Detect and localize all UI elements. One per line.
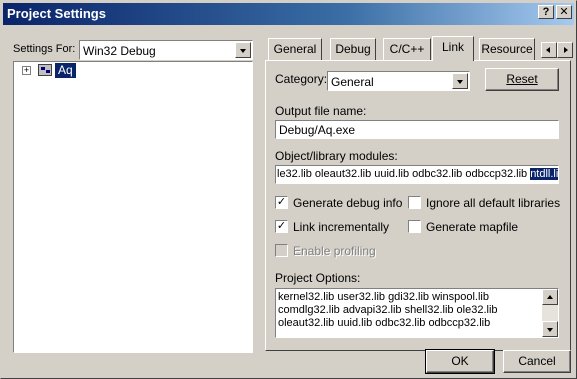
tree-item-project[interactable]: Aq [55,63,76,78]
help-icon: ? [542,6,550,18]
arrow-up-icon [547,295,553,299]
scroll-down-button[interactable] [542,321,558,337]
modules-label: Object/library modules: [275,149,398,163]
scroll-up-button[interactable] [542,289,558,305]
enable-profiling-checkbox[interactable] [275,244,288,257]
settings-for-combo[interactable]: Win32 Debug [79,40,253,60]
link-tab-panel: Category: General Reset Output file name… [265,60,571,351]
project-options-line: kernel32.lib user32.lib gdi32.lib winspo… [278,291,489,303]
tab-resource[interactable]: Resource [479,38,535,60]
reset-button[interactable]: Reset [485,68,559,91]
tab-general[interactable]: General [268,38,322,60]
output-file-label: Output file name: [275,104,367,118]
tab-debug[interactable]: Debug [330,38,376,60]
modules-text: le32.lib oleaut32.lib uuid.lib odbc32.li… [277,168,531,180]
category-dropdown-arrow[interactable] [452,73,468,89]
category-combo[interactable]: General [327,71,470,91]
window-title: Project Settings [7,6,106,21]
generate-mapfile-checkbox[interactable] [408,220,421,233]
close-icon: ✕ [559,6,569,18]
project-settings-window: Project Settings ? ✕ Settings For: Win32… [0,0,577,379]
link-incrementally-checkbox[interactable]: ✓ [275,220,288,233]
project-options-textarea[interactable]: kernel32.lib user32.lib gdi32.lib winspo… [275,288,559,338]
category-label: Category: [275,72,328,86]
chevron-down-icon [240,49,246,53]
ok-button[interactable]: OK [425,349,495,374]
project-options-label: Project Options: [275,271,361,285]
chevron-down-icon [457,80,463,84]
help-button[interactable]: ? [538,5,554,19]
link-incrementally-label: Link incrementally [293,220,390,234]
tab-scroll-left-button[interactable] [541,42,557,58]
arrow-left-icon [546,47,550,53]
arrow-right-icon [564,47,568,53]
generate-debug-info-checkbox[interactable]: ✓ [275,196,288,209]
project-tree[interactable]: + Aq [13,61,253,353]
project-options-line: comdlg32.lib advapi32.lib shell32.lib ol… [278,304,498,316]
expand-icon[interactable]: + [22,66,31,75]
tab-link[interactable]: Link [432,36,474,61]
arrow-down-icon [547,328,553,332]
generate-debug-info-label: Generate debug info [293,196,403,210]
dropdown-arrow-button[interactable] [235,42,251,58]
modules-selection: ntdll.lib [530,168,558,180]
tab-scroll-right-button[interactable] [557,42,573,58]
output-file-input[interactable]: Debug/Aq.exe [275,120,559,139]
project-folder-icon [38,64,52,76]
generate-mapfile-label: Generate mapfile [426,220,519,234]
project-options-line: oleaut32.lib uuid.lib odbc32.lib odbccp3… [278,317,491,329]
enable-profiling-label: Enable profiling [293,244,376,258]
title-bar[interactable]: Project Settings [3,3,574,25]
ignore-default-libs-label: Ignore all default libraries [426,196,561,210]
modules-input[interactable]: le32.lib oleaut32.lib uuid.lib odbc32.li… [275,165,559,184]
ignore-default-libs-checkbox[interactable] [408,196,421,209]
category-value: General [331,75,374,89]
settings-for-label: Settings For: [13,43,76,55]
cancel-button[interactable]: Cancel [503,350,571,373]
settings-for-value: Win32 Debug [83,44,156,58]
close-button[interactable]: ✕ [556,5,572,19]
project-options-scrollbar[interactable] [542,289,558,337]
tab-cpp[interactable]: C/C++ [383,38,431,60]
